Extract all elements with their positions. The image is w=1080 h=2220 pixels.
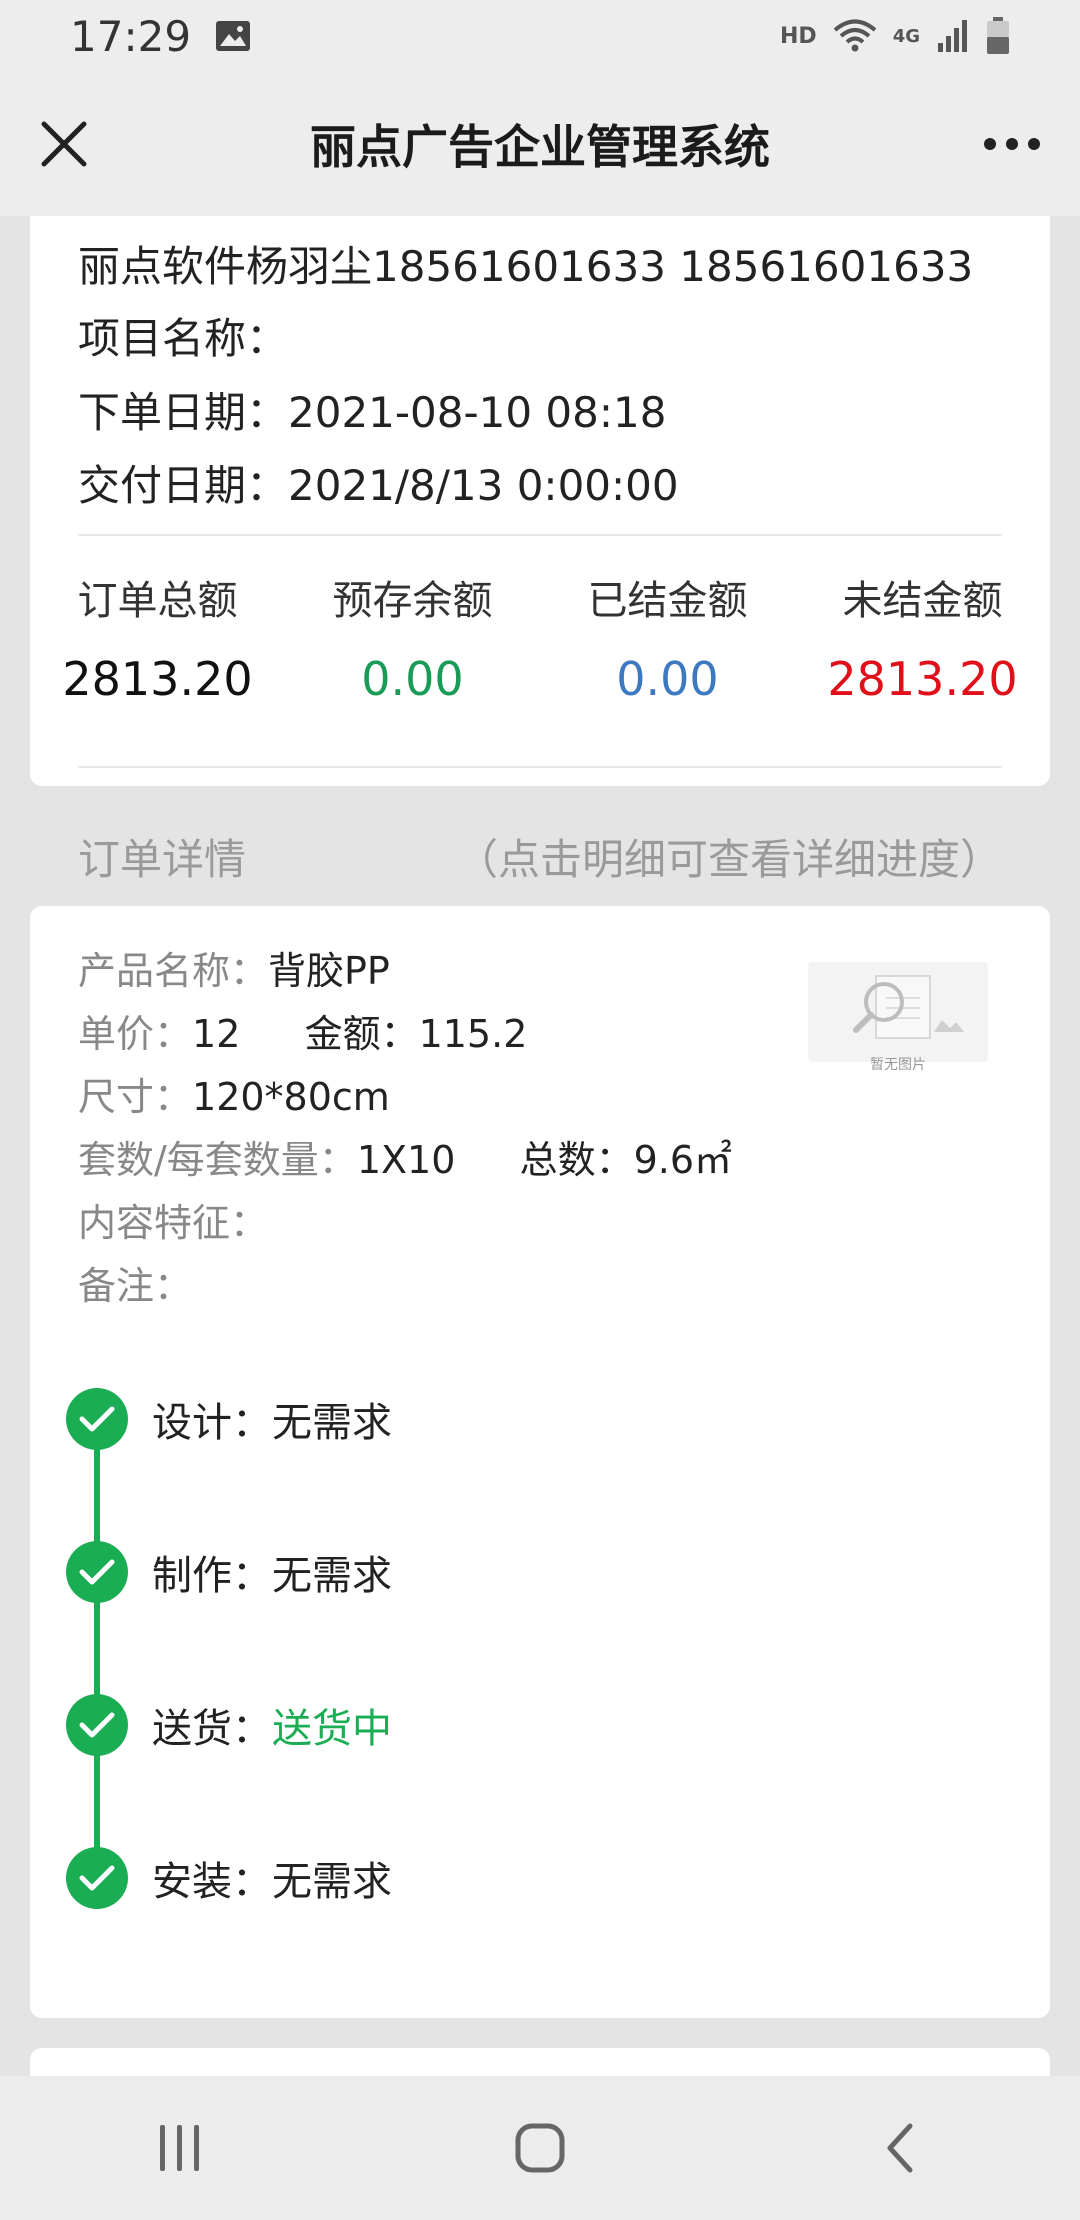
total-label: 未结金额 [842, 578, 1003, 624]
next-order-item-card[interactable] [30, 2048, 1050, 2076]
price-line: 单价：12 金额：115.2 [78, 1015, 527, 1053]
step-installation[interactable]: 安装：无需求 [66, 1847, 392, 1909]
settled-amount: 已结金额 0.00 [540, 568, 795, 706]
project-name: 项目名称： [78, 314, 289, 363]
more-button[interactable] [980, 124, 1044, 164]
status-left: 17:29 [70, 12, 251, 61]
signal-icon [938, 20, 967, 52]
check-icon [79, 1865, 115, 1891]
step-delivery[interactable]: 送货：送货中 [66, 1694, 392, 1756]
step-name: 送货： [152, 1706, 272, 1752]
step-status: 送货中 [272, 1706, 392, 1752]
back-button[interactable] [860, 2108, 940, 2188]
product-value: 背胶PP [268, 949, 390, 993]
total-quantity-value: 9.6㎡ [633, 1138, 733, 1182]
no-image-icon [853, 975, 964, 1039]
total-order-amount: 订单总额 2813.20 [30, 568, 285, 706]
step-design[interactable]: 设计：无需求 [66, 1388, 392, 1450]
image-icon [216, 21, 251, 51]
network-type: 4G [892, 25, 920, 47]
step-check [66, 1388, 128, 1450]
step-production[interactable]: 制作：无需求 [66, 1541, 392, 1603]
section-hint: （点击明细可查看详细进度） [455, 834, 1002, 884]
content-features: 内容特征： [78, 1204, 268, 1242]
order-date: 下单日期：2021-08-10 08:18 [78, 388, 667, 437]
section-title: 订单详情 [78, 834, 247, 884]
step-label: 设计：无需求 [152, 1390, 392, 1448]
content-label: 内容特征： [78, 1201, 269, 1245]
total-label: 预存余额 [332, 578, 493, 624]
step-status: 无需求 [272, 1553, 392, 1599]
progress-timeline-line [94, 1426, 100, 1886]
divider [78, 534, 1002, 536]
step-check [66, 1694, 128, 1756]
delivery-date: 交付日期：2021/8/13 0:00:00 [78, 461, 679, 510]
total-label: 订单总额 [77, 578, 238, 624]
step-check [66, 1847, 128, 1909]
step-label: 制作：无需求 [152, 1543, 392, 1601]
home-icon [515, 2123, 565, 2173]
total-value: 0.00 [361, 652, 464, 706]
page-title: 丽点广告企业管理系统 [310, 120, 770, 174]
total-label: 已结金额 [587, 578, 748, 624]
check-icon [79, 1712, 115, 1738]
check-icon [79, 1559, 115, 1585]
hd-indicator: HD [780, 23, 817, 49]
size-label: 尺寸： [78, 1075, 193, 1119]
home-button[interactable] [500, 2108, 580, 2188]
divider [78, 766, 1002, 768]
status-time: 17:29 [70, 11, 192, 61]
close-icon [41, 121, 87, 167]
battery-icon [987, 17, 1009, 54]
price-label: 单价： [78, 1012, 193, 1056]
network-indicator: 4G [893, 26, 920, 47]
status-bar: 17:29 HD 4G [0, 0, 1080, 72]
prepaid-balance: 预存余额 0.00 [285, 568, 540, 706]
quantity-line: 套数/每套数量：1X10 总数：9.6㎡ [78, 1141, 732, 1179]
order-details-header: 订单详情 （点击明细可查看详细进度） [78, 816, 1002, 896]
status-right: HD 4G [780, 17, 1010, 55]
system-nav-bar [0, 2076, 1080, 2220]
wifi-icon [833, 19, 876, 52]
note-label: 备注： [78, 1264, 193, 1308]
recent-apps-icon [160, 2125, 199, 2171]
remarks: 备注： [78, 1267, 192, 1305]
total-quantity-label: 总数： [519, 1138, 634, 1182]
close-button[interactable] [36, 116, 92, 172]
step-status: 无需求 [272, 1400, 392, 1446]
title-bar: 丽点广告企业管理系统 [0, 72, 1080, 216]
total-value: 2813.20 [827, 652, 1018, 706]
sets-label: 套数/每套数量： [78, 1138, 357, 1182]
sets-value: 1X10 [356, 1138, 456, 1182]
size-value: 120*80cm [192, 1075, 390, 1119]
no-image-text: 暂无图片 [870, 1057, 926, 1073]
amount-label: 金额： [304, 1012, 419, 1056]
step-label: 送货：送货中 [152, 1696, 392, 1754]
step-name: 设计： [152, 1400, 272, 1446]
more-icon [984, 138, 1040, 150]
recent-apps-button[interactable] [140, 2108, 220, 2188]
order-totals: 订单总额 2813.20 预存余额 0.00 已结金额 0.00 未结金额 28… [30, 568, 1050, 706]
step-name: 安装： [152, 1859, 272, 1905]
back-icon [887, 2123, 913, 2173]
price-value: 12 [192, 1012, 241, 1056]
customer-info: 丽点软件杨羽尘18561601633 18561601633 [78, 242, 974, 291]
step-label: 安装：无需求 [152, 1849, 392, 1907]
size-line: 尺寸：120*80cm [78, 1078, 390, 1116]
order-info-card: 丽点软件杨羽尘18561601633 18561601633 项目名称： 下单日… [30, 216, 1050, 786]
amount-value: 115.2 [418, 1012, 528, 1056]
order-item-card[interactable]: 产品名称：背胶PP 单价：12 金额：115.2 尺寸：120*80cm 套数/… [30, 906, 1050, 2018]
total-value: 2813.20 [62, 652, 253, 706]
step-status: 无需求 [272, 1859, 392, 1905]
content-area[interactable]: 丽点软件杨羽尘18561601633 18561601633 项目名称： 下单日… [0, 216, 1080, 2076]
step-name: 制作： [152, 1553, 272, 1599]
check-icon [79, 1406, 115, 1432]
total-value: 0.00 [616, 652, 719, 706]
product-image-placeholder[interactable]: 暂无图片 [808, 962, 988, 1073]
product-label: 产品名称： [78, 949, 269, 993]
step-check [66, 1541, 128, 1603]
unsettled-amount: 未结金额 2813.20 [795, 568, 1050, 706]
product-name: 产品名称：背胶PP [78, 952, 390, 990]
